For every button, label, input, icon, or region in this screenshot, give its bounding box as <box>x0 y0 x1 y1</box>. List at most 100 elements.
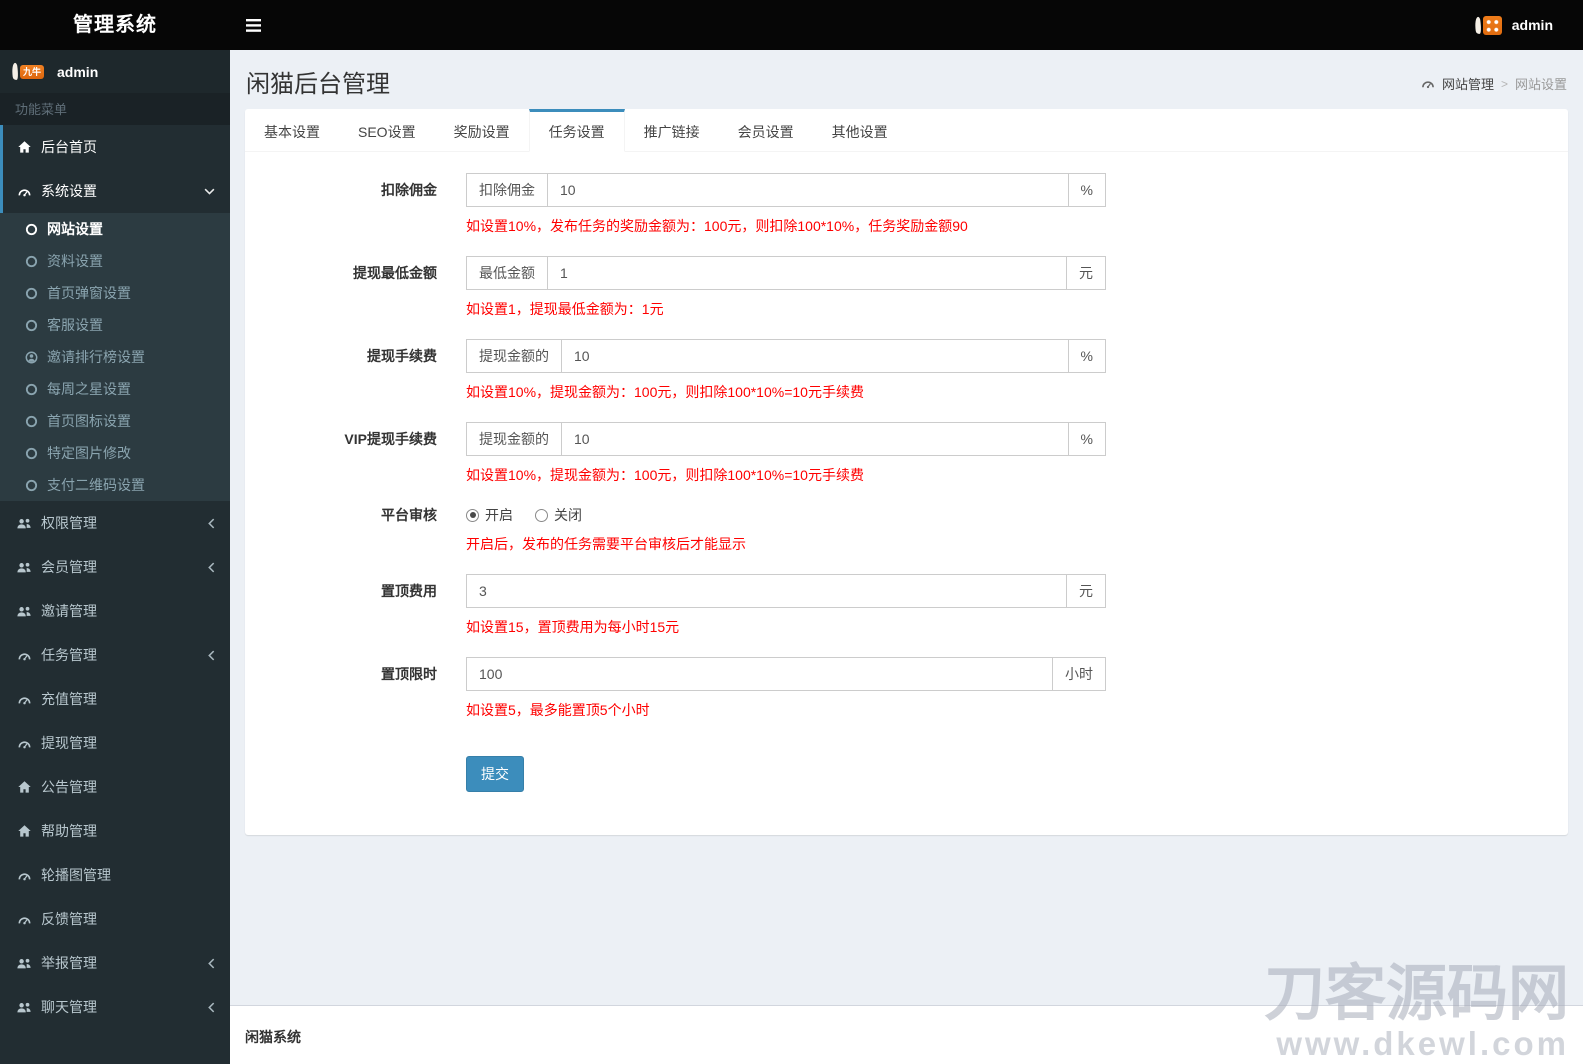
sidebar-item-announcement-mgmt[interactable]: 公告管理 <box>0 765 230 809</box>
sidebar-username: admin <box>57 63 99 80</box>
sidebar-item-label: 公告管理 <box>41 779 97 795</box>
chevron-left-icon <box>208 1002 215 1013</box>
platform-audit-option-1[interactable]: 关闭 <box>535 505 582 525</box>
sidebar-subitem-profile-settings[interactable]: 资料设置 <box>0 245 230 277</box>
circle-o-icon <box>23 479 39 492</box>
sidebar-item-permission-mgmt[interactable]: 权限管理 <box>0 501 230 545</box>
sidebar-item-withdraw-mgmt[interactable]: 提现管理 <box>0 721 230 765</box>
form-row-pin-fee: 置顶费用 元如设置15，置顶费用为每小时15元 <box>245 574 1568 637</box>
sidebar-subitem-specific-image-edit[interactable]: 特定图片修改 <box>0 437 230 469</box>
sidebar-item-label: 后台首页 <box>41 139 97 155</box>
deduct-commission-prefix-addon: 扣除佣金 <box>466 173 547 207</box>
sidebar-subitem-home-popup-settings[interactable]: 首页弹窗设置 <box>0 277 230 309</box>
tab-member-settings[interactable]: 会员设置 <box>719 109 813 151</box>
navbar-main: admin <box>230 0 1583 50</box>
sidebar-item-chat-mgmt[interactable]: 聊天管理 <box>0 985 230 1029</box>
tab-basic-settings[interactable]: 基本设置 <box>245 109 339 151</box>
radio-icon <box>466 508 479 522</box>
sidebar-subitem-customer-service-settings[interactable]: 客服设置 <box>0 309 230 341</box>
sidebar-item-invite-mgmt[interactable]: 邀请管理 <box>0 589 230 633</box>
sidebar-item-system-settings[interactable]: 系统设置 <box>0 169 230 213</box>
sidebar-item-help-mgmt[interactable]: 帮助管理 <box>0 809 230 853</box>
chevron-left-icon <box>208 518 215 529</box>
tab-promo-link[interactable]: 推广链接 <box>625 109 719 151</box>
home-icon <box>15 824 33 838</box>
deduct-commission-suffix-addon: % <box>1068 173 1106 207</box>
tab-seo-settings[interactable]: SEO设置 <box>339 109 435 151</box>
sidebar-item-label: 提现管理 <box>41 735 97 751</box>
circle-o-icon <box>23 383 39 396</box>
footer: 闲猫系统 <box>230 1005 1583 1064</box>
sidebar-item-member-mgmt[interactable]: 会员管理 <box>0 545 230 589</box>
pin-fee-input[interactable] <box>466 574 1067 608</box>
sidebar-subitem-label: 资料设置 <box>47 253 103 269</box>
sidebar-item-label: 权限管理 <box>41 515 97 531</box>
users-icon <box>15 957 33 970</box>
deduct-commission-input[interactable] <box>547 173 1069 207</box>
vip-withdraw-fee-input[interactable] <box>561 422 1069 456</box>
circle-o-icon <box>23 287 39 300</box>
home-icon <box>15 780 33 794</box>
tab-content: 扣除佣金扣除佣金%如设置10%，发布任务的奖励金额为：100元，则扣除100*1… <box>245 152 1568 835</box>
sidebar-menu: 后台首页系统设置 网站设置资料设置首页弹窗设置客服设置邀请排行榜设置 每周之星设置首… <box>0 125 230 1029</box>
submit-button[interactable]: 提交 <box>466 756 524 792</box>
sidebar-item-label: 轮播图管理 <box>41 867 111 883</box>
sidebar-item-report-mgmt[interactable]: 举报管理 <box>0 941 230 985</box>
tab-reward-settings[interactable]: 奖励设置 <box>435 109 529 151</box>
sidebar-avatar: 九牛 <box>10 62 45 81</box>
sidebar-subitem-label: 邀请排行榜设置 <box>47 349 145 365</box>
platform-audit-option-0[interactable]: 开启 <box>466 505 513 525</box>
sidebar-subitem-weekly-star-settings[interactable]: 每周之星设置 <box>0 373 230 405</box>
sidebar-subitem-invite-ranking-settings[interactable]: 邀请排行榜设置 <box>0 341 230 373</box>
pin-hours-input[interactable] <box>466 657 1053 691</box>
withdraw-fee-suffix-addon: % <box>1068 339 1106 373</box>
gauge-icon <box>15 185 33 198</box>
gauge-icon <box>15 737 33 750</box>
user-menu[interactable]: admin <box>1473 15 1583 35</box>
tab-task-settings[interactable]: 任务设置 <box>528 109 625 152</box>
radio-option-label: 开启 <box>485 507 513 523</box>
settings-tabs: 基本设置 SEO设置 奖励设置 任务设置 推广链接 会员设置 其他设置 <box>245 109 1568 152</box>
withdraw-min-label: 提现最低金额 <box>353 265 437 281</box>
circle-o-icon <box>23 255 39 268</box>
brand-title[interactable]: 管理系统 <box>0 0 230 50</box>
content-header: 闲猫后台管理 网站管理 > 网站设置 <box>230 50 1583 109</box>
sidebar-user-panel[interactable]: 九牛 admin <box>0 50 230 93</box>
sidebar-item-task-mgmt[interactable]: 任务管理 <box>0 633 230 677</box>
sidebar-item-label: 反馈管理 <box>41 911 97 927</box>
sidebar-subitem-label: 客服设置 <box>47 317 103 333</box>
sidebar-subitem-home-icon-settings[interactable]: 首页图标设置 <box>0 405 230 437</box>
sidebar-item-recharge-mgmt[interactable]: 充值管理 <box>0 677 230 721</box>
vip-withdraw-fee-field: 提现金额的% 如设置10%，提现金额为：100元，则扣除100*10%=10元手续… <box>466 422 1106 485</box>
withdraw-min-suffix-addon: 元 <box>1067 256 1106 290</box>
gauge-icon <box>15 913 33 926</box>
platform-audit-field: 开启 关闭 开启后，发布的任务需要平台审核后才能显示 <box>466 505 1106 554</box>
content-wrapper: 闲猫后台管理 网站管理 > 网站设置 基本设置 SEO设置 奖励设置 任务设置 推广链接… <box>230 50 1583 1005</box>
pin-hours-input-group: 小时 <box>466 657 1106 691</box>
sidebar-subitem-label: 每周之星设置 <box>47 381 131 397</box>
withdraw-fee-input[interactable] <box>561 339 1069 373</box>
chevron-left-icon <box>208 958 215 969</box>
page-title: 闲猫后台管理 <box>246 71 390 98</box>
withdraw-min-hint: 如设置1，提现最低金额为：1元 <box>466 301 664 317</box>
withdraw-min-input[interactable] <box>547 256 1067 290</box>
sidebar-subitem-site-settings[interactable]: 网站设置 <box>0 213 230 245</box>
tab-other-settings[interactable]: 其他设置 <box>813 109 907 151</box>
breadcrumb-section[interactable]: 网站管理 <box>1442 74 1494 93</box>
sidebar-item-feedback-mgmt[interactable]: 反馈管理 <box>0 897 230 941</box>
chevron-left-icon <box>208 562 215 573</box>
withdraw-fee-input-group: 提现金额的% <box>466 339 1106 373</box>
sidebar-toggle-button[interactable] <box>230 0 276 50</box>
platform-audit-label: 平台审核 <box>381 507 437 523</box>
pin-fee-label: 置顶费用 <box>381 583 437 599</box>
sidebar-menu-header: 功能菜单 <box>0 93 230 125</box>
gauge-icon <box>15 693 33 706</box>
top-navbar: 管理系统 admin <box>0 0 1583 50</box>
sidebar-subitem-payment-qrcode-settings[interactable]: 支付二维码设置 <box>0 469 230 501</box>
sidebar-item-label: 邀请管理 <box>41 603 97 619</box>
sidebar-subitem-label: 支付二维码设置 <box>47 477 145 493</box>
sidebar-item-carousel-mgmt[interactable]: 轮播图管理 <box>0 853 230 897</box>
sidebar-item-dashboard-home[interactable]: 后台首页 <box>0 125 230 169</box>
avatar-badge: 九牛 <box>20 64 45 79</box>
avatar-quill-shape <box>1473 16 1482 34</box>
